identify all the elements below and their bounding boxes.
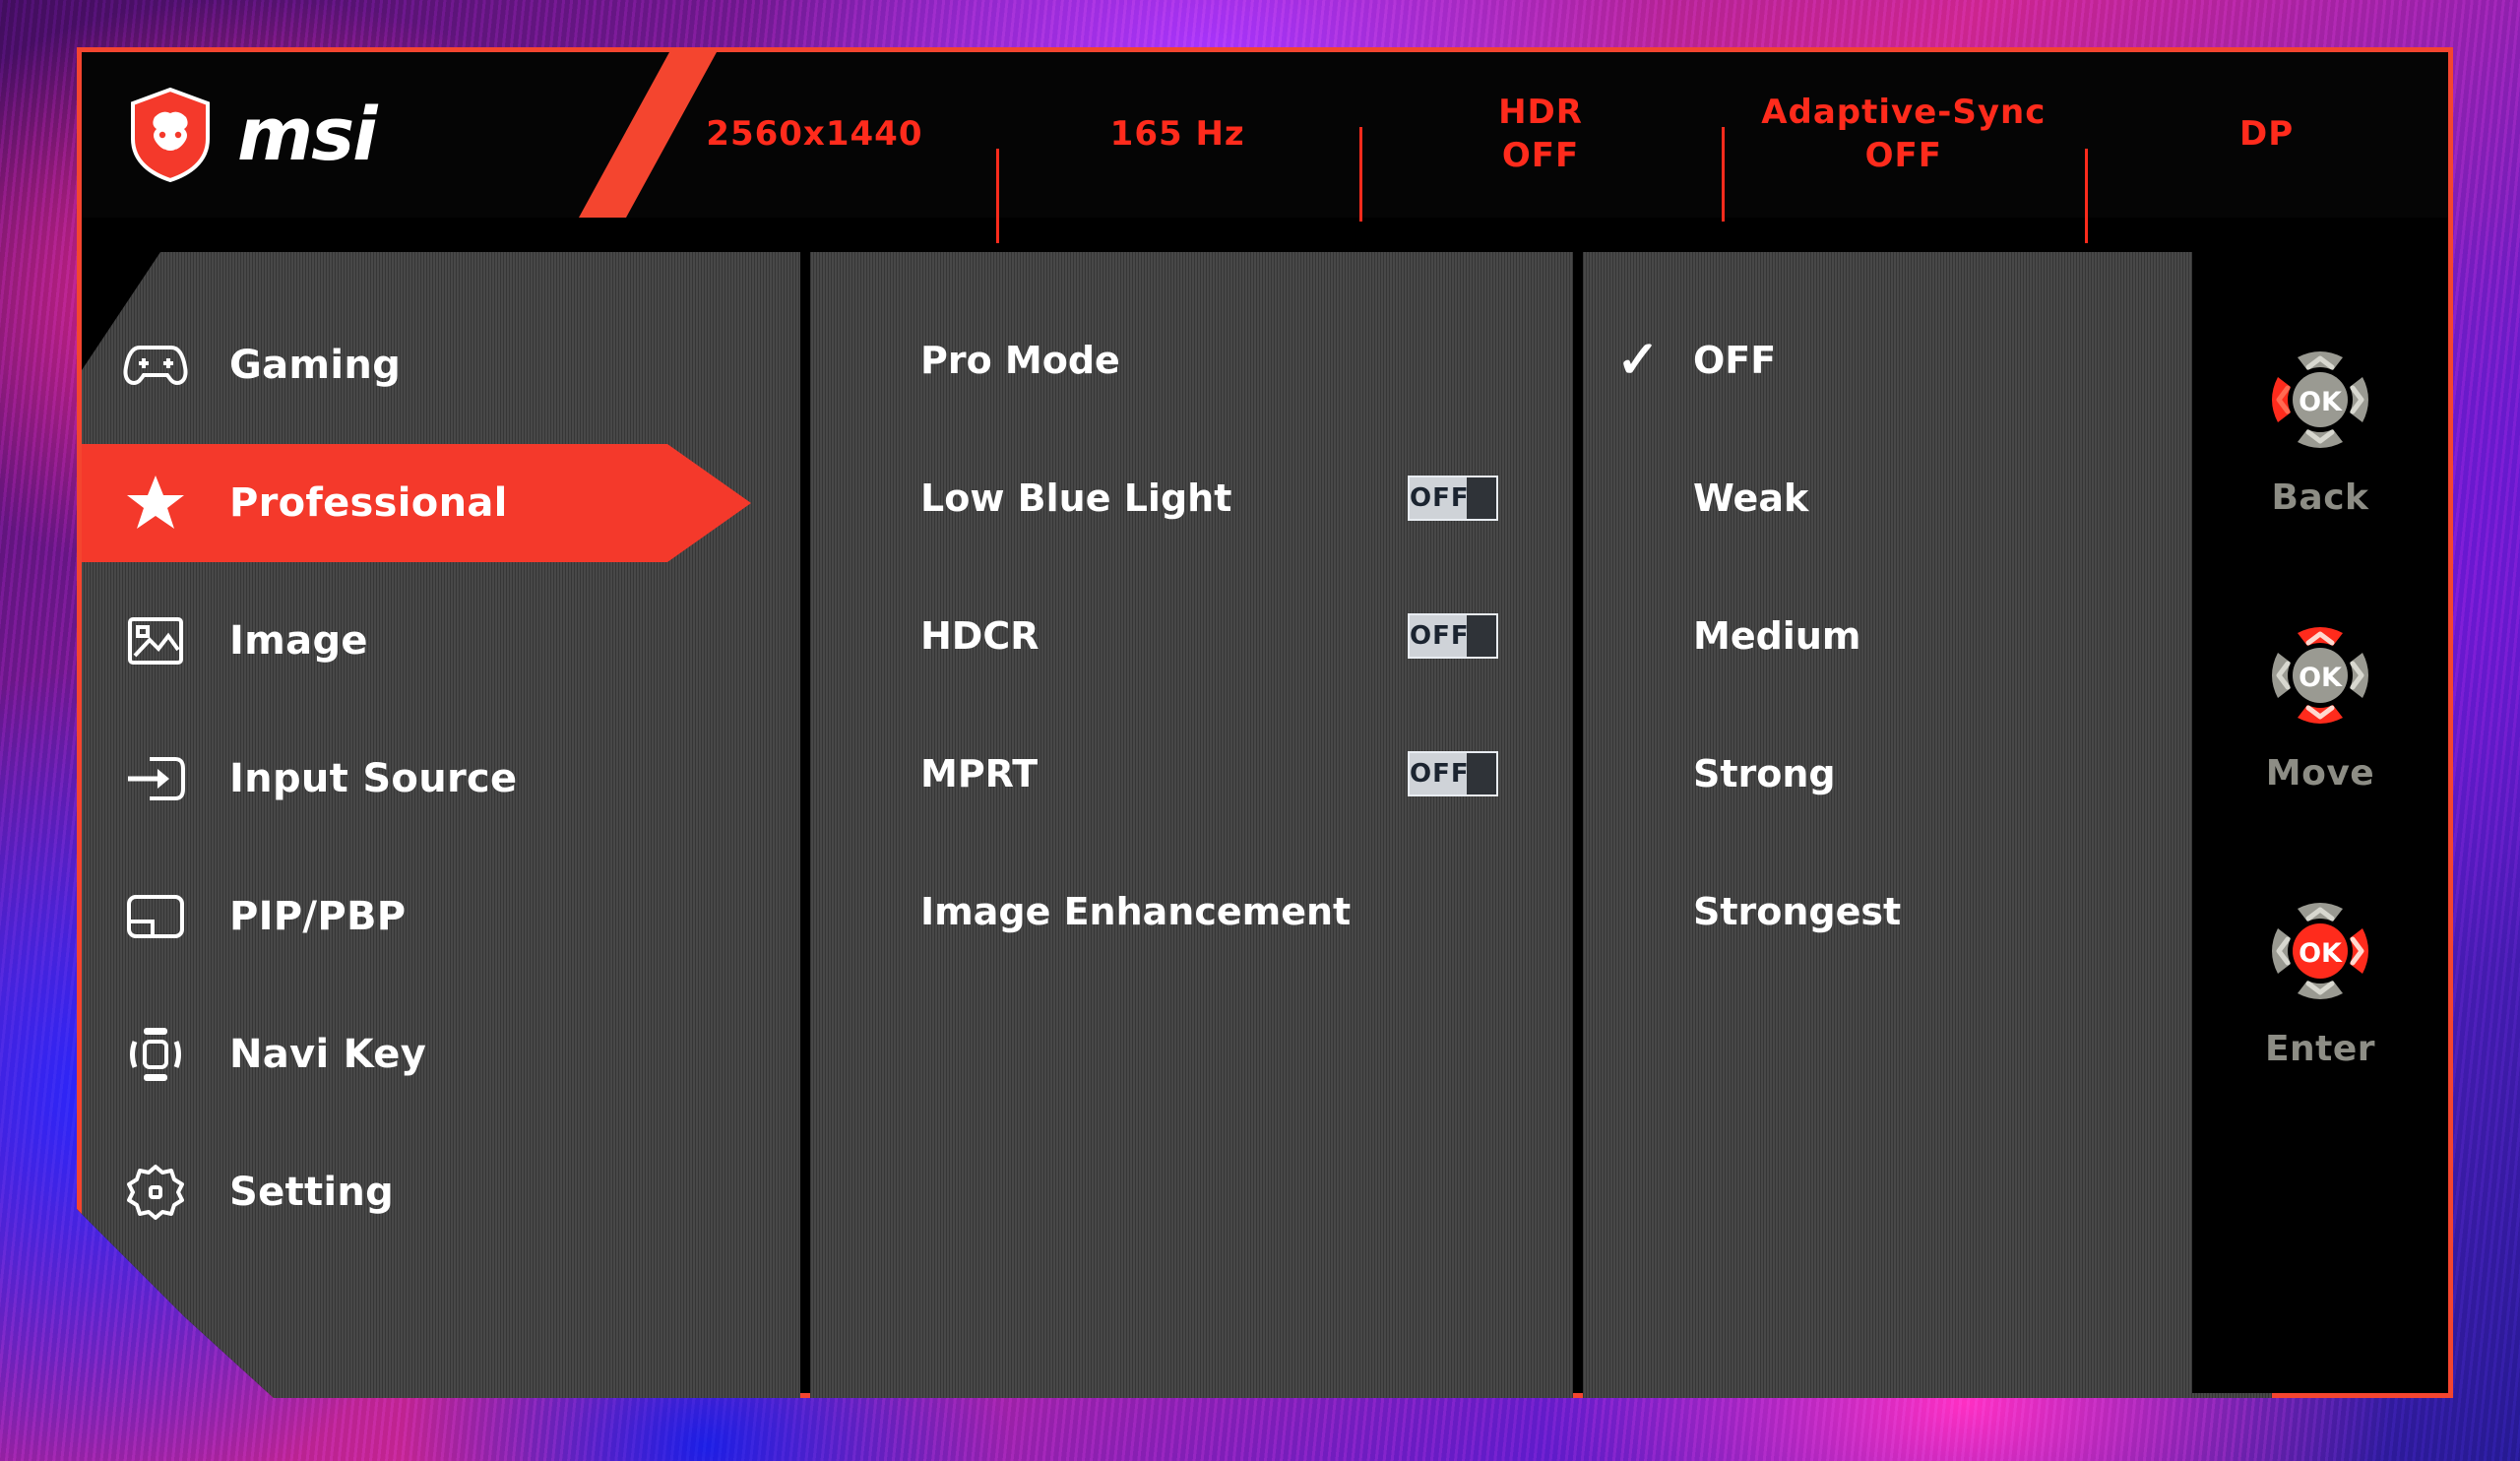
value-option-label: Weak bbox=[1693, 476, 1809, 520]
submenu-panel: Pro Mode Low Blue Light OFF HDCR OFF MPR… bbox=[810, 252, 1573, 1398]
value-option-label: Medium bbox=[1693, 614, 1861, 658]
value-option-weak[interactable]: ✓ Weak bbox=[1583, 444, 2272, 552]
nav-hint-label: Move bbox=[2265, 753, 2375, 794]
sidebar-item-label: Professional bbox=[229, 480, 508, 526]
hdcr-toggle[interactable]: OFF bbox=[1408, 613, 1498, 659]
pip-window-icon bbox=[82, 892, 229, 941]
nav-hint-move[interactable]: OK Move bbox=[2192, 602, 2448, 794]
mprt-toggle[interactable]: OFF bbox=[1408, 751, 1498, 796]
value-option-label: Strongest bbox=[1693, 890, 1902, 933]
dpad-move-icon: OK bbox=[2246, 602, 2394, 749]
status-hdr: HDR OFF bbox=[1358, 92, 1723, 222]
sidebar-item-professional[interactable]: Professional bbox=[82, 444, 800, 562]
toggle-state-label: OFF bbox=[1410, 621, 1470, 651]
value-option-off[interactable]: ✓ OFF bbox=[1583, 306, 2272, 414]
sidebar-item-label: PIP/PBP bbox=[229, 894, 407, 939]
gear-icon bbox=[82, 1164, 229, 1221]
nav-hint-label: Enter bbox=[2264, 1029, 2376, 1069]
osd-body: Gaming Professional Image Input Source P… bbox=[82, 218, 2448, 1398]
submenu-item-label: HDCR bbox=[920, 614, 1040, 658]
picture-icon bbox=[82, 614, 229, 667]
input-arrow-icon bbox=[82, 753, 229, 804]
status-input-source: DP bbox=[2085, 113, 2448, 242]
sidebar-item-label: Setting bbox=[229, 1170, 395, 1215]
status-adaptive-sync-label: Adaptive-Sync bbox=[1761, 93, 2047, 133]
status-hdr-value: OFF bbox=[1501, 136, 1580, 175]
sidebar: Gaming Professional Image Input Source P… bbox=[82, 252, 800, 1398]
dpad-back-icon: OK bbox=[2246, 326, 2394, 474]
sidebar-item-pip-pbp[interactable]: PIP/PBP bbox=[82, 858, 800, 976]
value-panel: ✓ OFF ✓ Weak ✓ Medium ✓ Strong ✓ Stronge… bbox=[1583, 252, 2272, 1398]
value-option-medium[interactable]: ✓ Medium bbox=[1583, 582, 2272, 690]
sidebar-item-input-source[interactable]: Input Source bbox=[82, 720, 800, 838]
submenu-item-label: Pro Mode bbox=[920, 339, 1120, 382]
nav-hint-enter[interactable]: OK Enter bbox=[2192, 877, 2448, 1069]
sidebar-item-label: Input Source bbox=[229, 756, 518, 801]
navi-key-icon bbox=[82, 1026, 229, 1083]
sidebar-item-setting[interactable]: Setting bbox=[82, 1133, 800, 1251]
status-bar: 2560x1440 165 Hz HDR OFF Adaptive-Sync O… bbox=[633, 52, 2448, 242]
nav-hint-label: Back bbox=[2271, 477, 2369, 518]
status-refresh-rate-value: 165 Hz bbox=[1109, 114, 1245, 155]
dpad-enter-icon: OK bbox=[2246, 877, 2394, 1025]
toggle-knob bbox=[1467, 753, 1496, 794]
sidebar-item-label: Image bbox=[229, 618, 368, 664]
sidebar-item-label: Navi Key bbox=[229, 1032, 427, 1077]
sidebar-item-navi-key[interactable]: Navi Key bbox=[82, 995, 800, 1113]
status-resolution: 2560x1440 bbox=[633, 113, 996, 157]
nav-hint-panel: OK Back OK Move OK Enter bbox=[2192, 218, 2448, 1393]
submenu-item-label: Image Enhancement bbox=[920, 890, 1352, 933]
msi-dragon-shield-icon bbox=[129, 88, 212, 182]
value-option-label: Strong bbox=[1693, 752, 1836, 795]
osd-header: msi 2560x1440 165 Hz HDR OFF Adaptive-Sy… bbox=[82, 52, 2448, 242]
sidebar-item-image[interactable]: Image bbox=[82, 582, 800, 700]
status-adaptive-sync: Adaptive-Sync OFF bbox=[1722, 92, 2085, 222]
value-option-label: OFF bbox=[1693, 339, 1777, 382]
status-adaptive-sync-value: OFF bbox=[1864, 136, 1942, 175]
checkmark-icon: ✓ bbox=[1616, 332, 1660, 389]
status-refresh-rate: 165 Hz bbox=[995, 113, 1359, 242]
value-option-strong[interactable]: ✓ Strong bbox=[1583, 720, 2272, 828]
submenu-item-pro-mode[interactable]: Pro Mode bbox=[810, 306, 1573, 414]
toggle-state-label: OFF bbox=[1410, 759, 1470, 789]
status-resolution-value: 2560x1440 bbox=[706, 114, 923, 155]
status-hdr-label: HDR bbox=[1498, 93, 1583, 133]
star-icon bbox=[82, 474, 229, 533]
msi-logo: msi bbox=[82, 88, 574, 182]
toggle-knob bbox=[1467, 615, 1496, 657]
svg-text:OK: OK bbox=[2299, 387, 2343, 417]
submenu-item-label: Low Blue Light bbox=[920, 476, 1232, 520]
svg-text:OK: OK bbox=[2299, 938, 2343, 969]
submenu-item-image-enhancement[interactable]: Image Enhancement bbox=[810, 858, 1573, 966]
nav-hint-back[interactable]: OK Back bbox=[2192, 326, 2448, 518]
value-option-strongest[interactable]: ✓ Strongest bbox=[1583, 858, 2272, 966]
submenu-item-mprt[interactable]: MPRT OFF bbox=[810, 720, 1573, 828]
gamepad-icon bbox=[82, 340, 229, 391]
osd-window: msi 2560x1440 165 Hz HDR OFF Adaptive-Sy… bbox=[77, 47, 2453, 1398]
submenu-item-low-blue-light[interactable]: Low Blue Light OFF bbox=[810, 444, 1573, 552]
status-input-source-value: DP bbox=[2239, 114, 2295, 155]
low-blue-light-toggle[interactable]: OFF bbox=[1408, 476, 1498, 521]
submenu-texture bbox=[810, 252, 1573, 1398]
submenu-item-hdcr[interactable]: HDCR OFF bbox=[810, 582, 1573, 690]
svg-text:OK: OK bbox=[2299, 663, 2343, 693]
msi-wordmark: msi bbox=[237, 93, 378, 177]
toggle-knob bbox=[1467, 477, 1496, 519]
value-panel-texture bbox=[1583, 252, 2272, 1398]
sidebar-item-gaming[interactable]: Gaming bbox=[82, 306, 800, 424]
toggle-state-label: OFF bbox=[1410, 483, 1470, 513]
sidebar-item-label: Gaming bbox=[229, 343, 402, 388]
submenu-item-label: MPRT bbox=[920, 752, 1039, 795]
